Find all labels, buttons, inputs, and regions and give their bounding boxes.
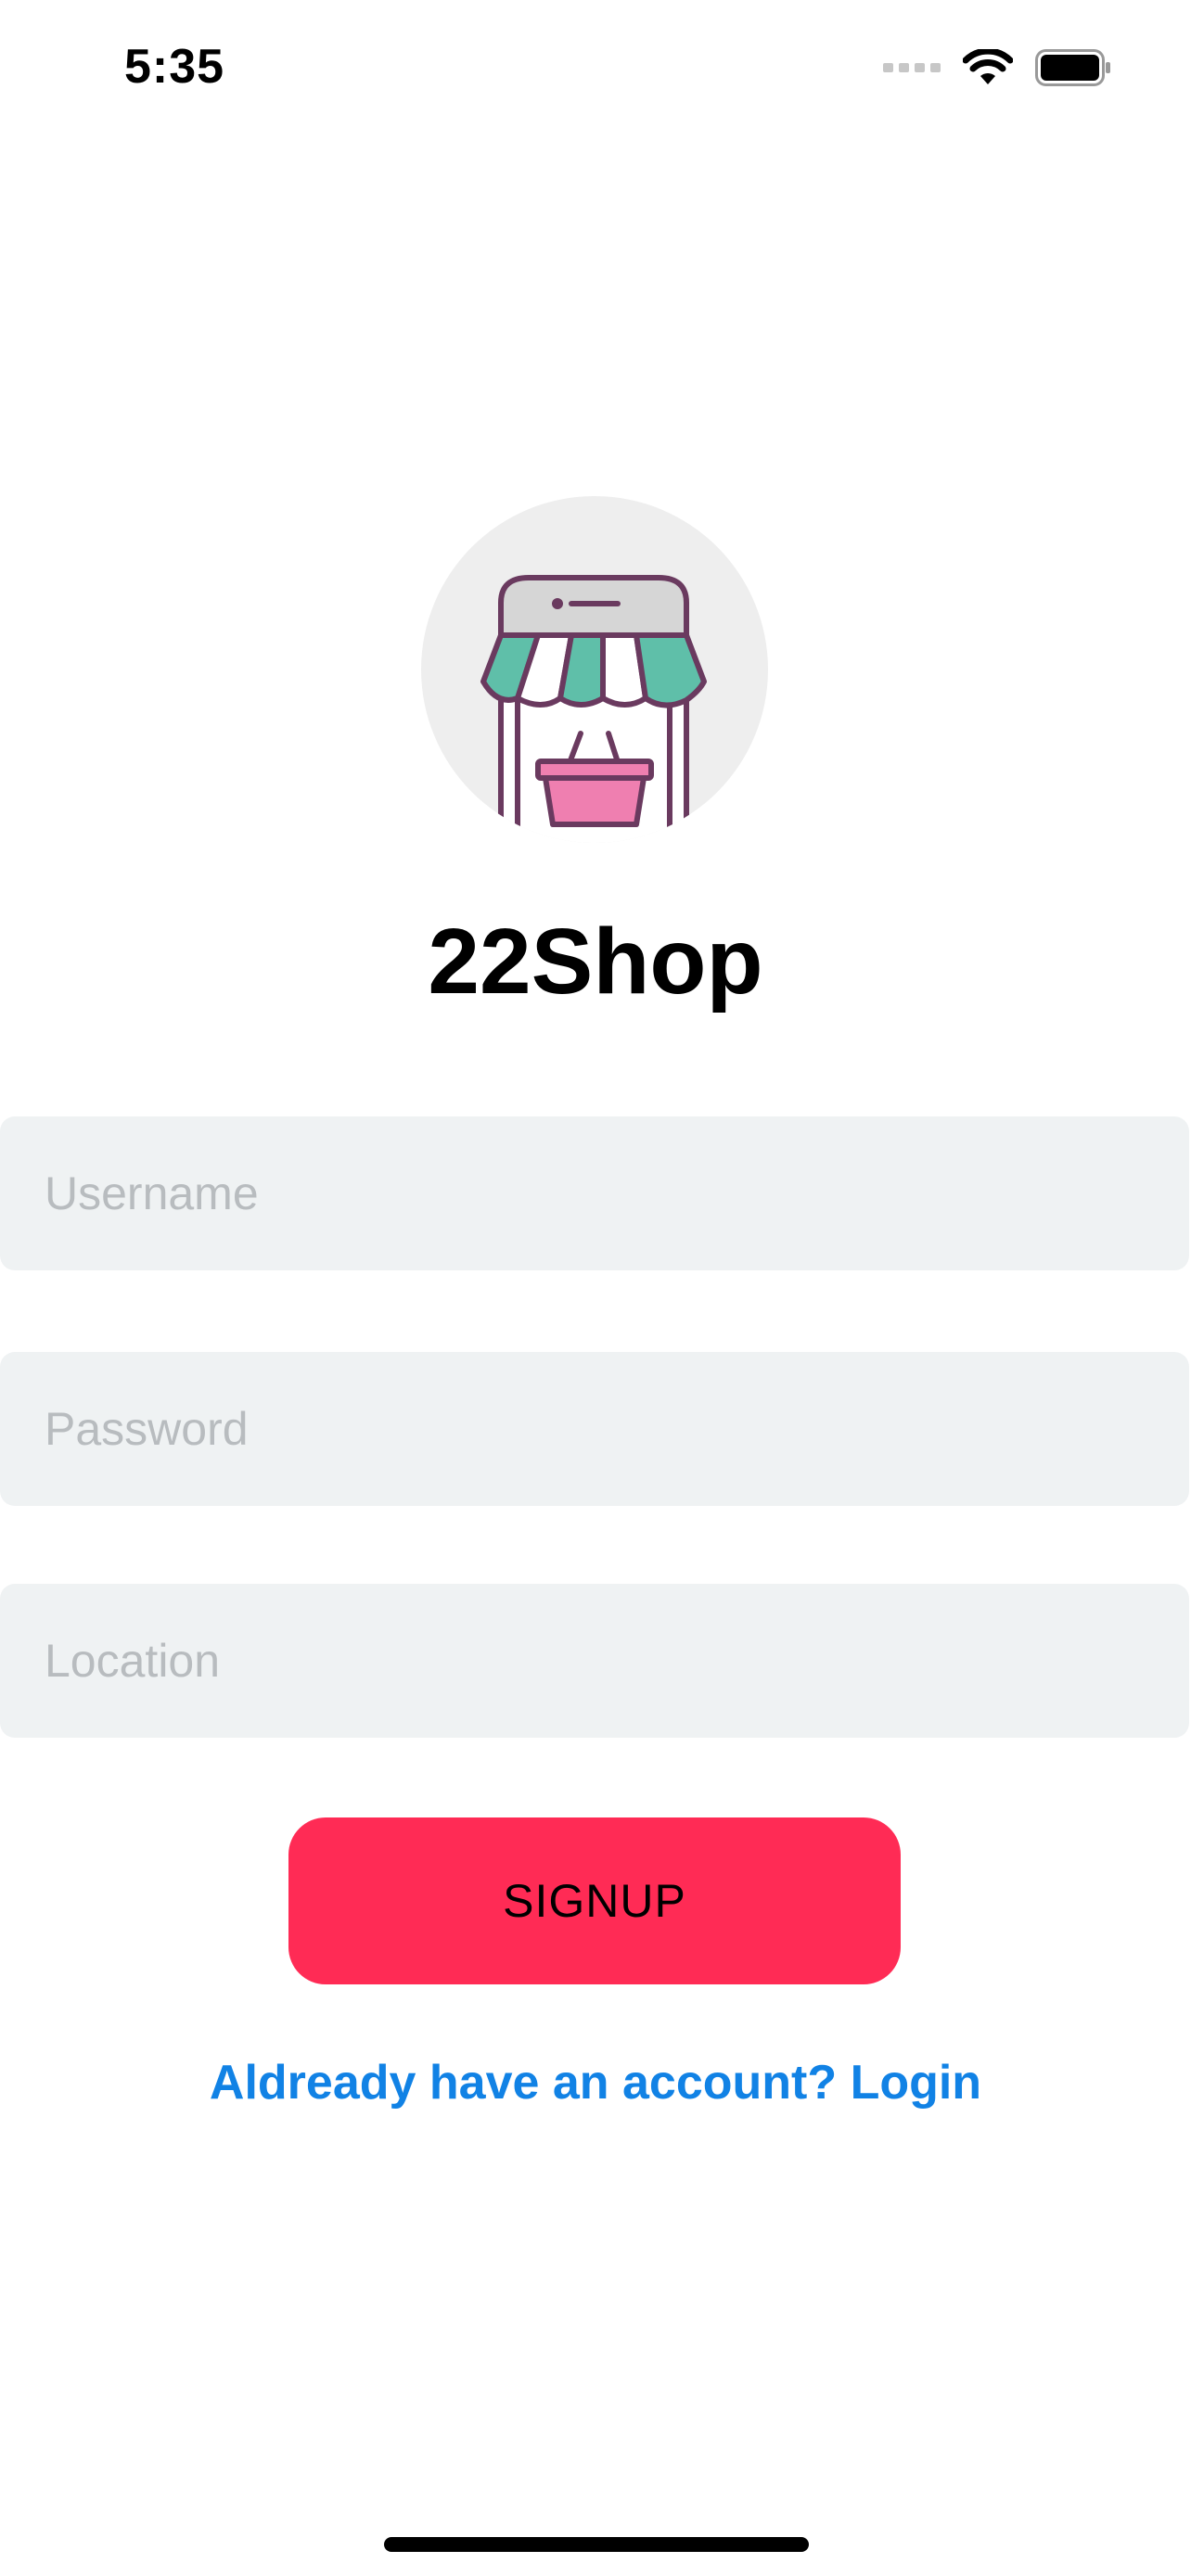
status-time: 5:35: [124, 40, 225, 94]
password-input[interactable]: [0, 1352, 1189, 1506]
wifi-icon: [963, 49, 1013, 84]
status-icons: [883, 45, 1111, 91]
app-logo: [421, 496, 768, 843]
home-indicator[interactable]: [384, 2537, 809, 2552]
battery-icon: [1035, 49, 1110, 86]
signup-button[interactable]: SIGNUP: [288, 1817, 901, 1984]
location-input[interactable]: [0, 1584, 1189, 1738]
username-input[interactable]: [0, 1116, 1189, 1270]
status-bar: 5:35: [0, 0, 1191, 130]
storefront-basket-icon: [421, 496, 768, 843]
app-title: 22Shop: [428, 910, 763, 1014]
cellular-signal-icon: [883, 63, 941, 72]
login-link[interactable]: Aldready have an account? Login: [0, 2055, 1191, 2111]
